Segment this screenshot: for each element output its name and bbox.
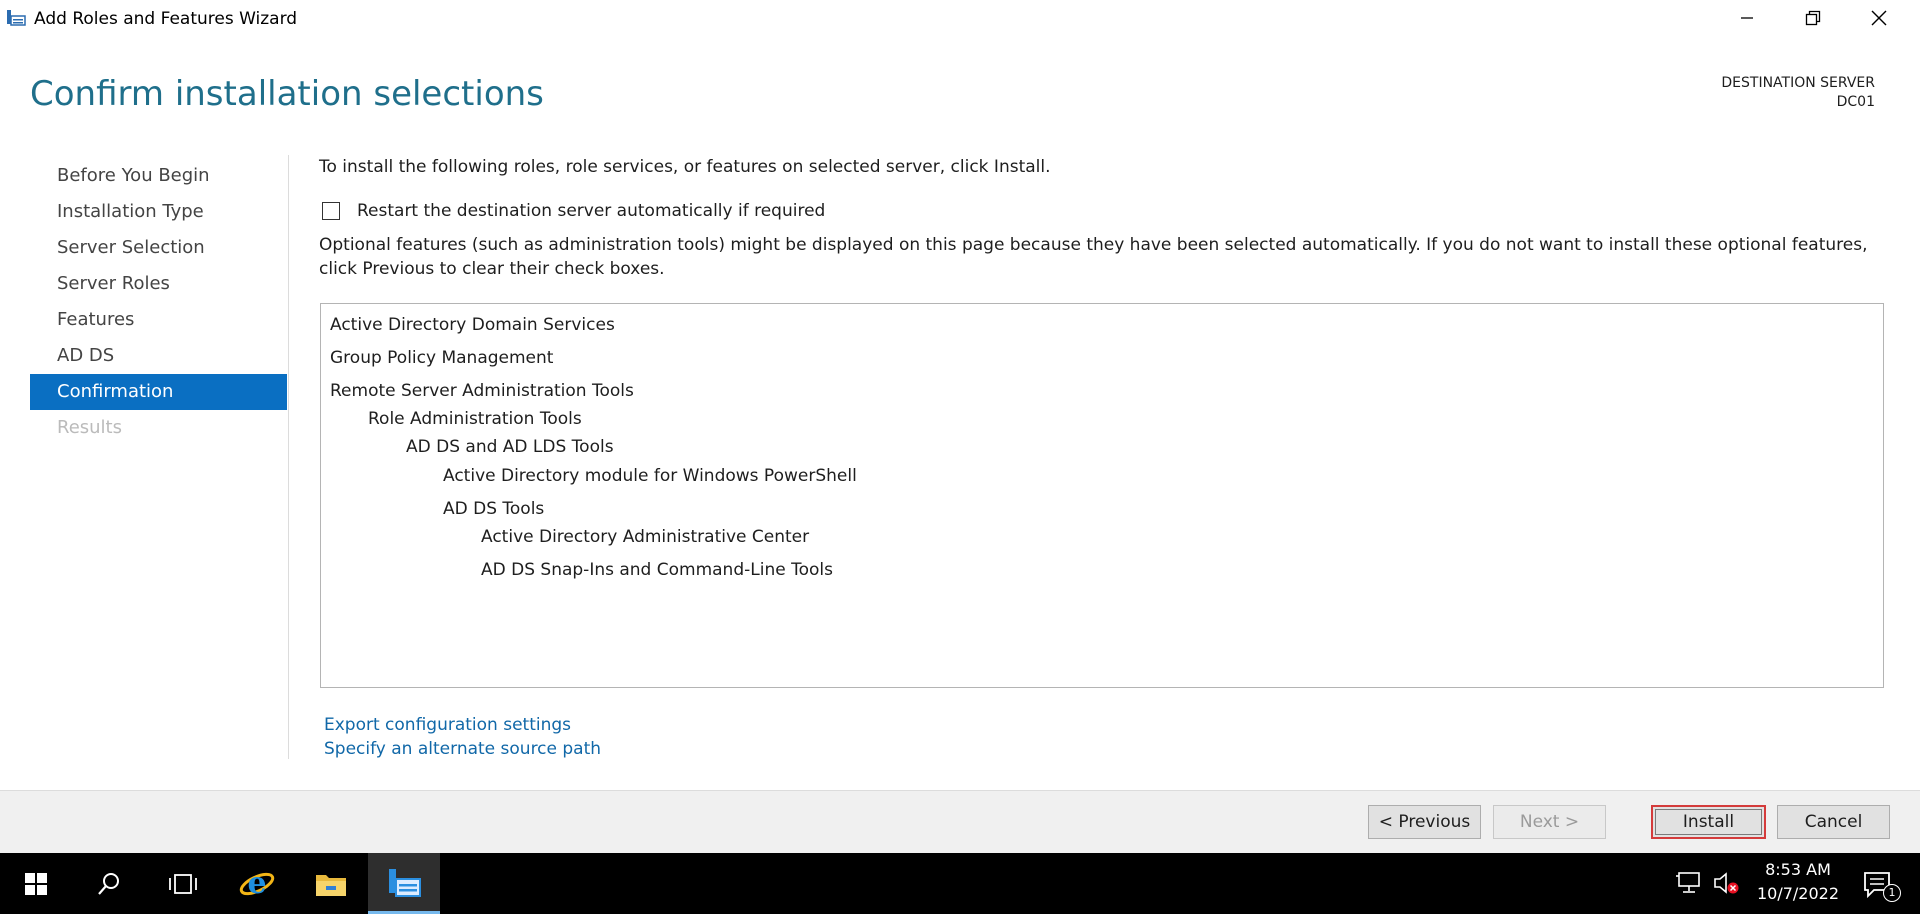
nav-item-before-you-begin[interactable]: Before You Begin bbox=[30, 158, 287, 194]
nav-item-features[interactable]: Features bbox=[30, 302, 287, 338]
start-button[interactable] bbox=[0, 853, 72, 914]
destination-server-name: DC01 bbox=[1836, 94, 1875, 110]
close-icon bbox=[1871, 10, 1887, 26]
notification-count-badge: 1 bbox=[1883, 884, 1901, 902]
internet-explorer-icon: e bbox=[239, 866, 275, 901]
wizard-footer bbox=[0, 790, 1920, 854]
network-tray-button[interactable] bbox=[1675, 870, 1703, 900]
links-area: Export configuration settings Specify an… bbox=[324, 713, 601, 761]
server-manager-taskbar-button[interactable] bbox=[368, 853, 440, 914]
search-button[interactable] bbox=[72, 853, 146, 914]
restore-icon bbox=[1805, 10, 1821, 26]
cancel-button[interactable]: Cancel bbox=[1777, 805, 1890, 839]
nav-item-confirmation[interactable]: Confirmation bbox=[30, 374, 287, 410]
volume-muted-icon bbox=[1714, 872, 1739, 894]
nav-item-ad-ds[interactable]: AD DS bbox=[30, 338, 287, 374]
list-item: Group Policy Management bbox=[330, 348, 554, 368]
list-item: Role Administration Tools bbox=[368, 409, 582, 429]
task-view-icon bbox=[169, 873, 197, 894]
next-button: Next > bbox=[1493, 805, 1606, 839]
list-item: Remote Server Administration Tools bbox=[330, 381, 634, 401]
close-button[interactable] bbox=[1846, 0, 1912, 36]
search-icon bbox=[98, 872, 119, 895]
restart-checkbox[interactable] bbox=[322, 202, 340, 220]
wizard-window: Add Roles and Features Wizard Confirm in… bbox=[0, 0, 1920, 854]
taskbar: e bbox=[0, 853, 1920, 914]
destination-server-label: DESTINATION SERVER bbox=[1721, 75, 1875, 91]
nav-divider bbox=[288, 155, 289, 759]
list-item: Active Directory module for Windows Powe… bbox=[443, 466, 857, 486]
install-button[interactable]: Install bbox=[1651, 805, 1766, 839]
previous-button[interactable]: < Previous bbox=[1368, 805, 1481, 839]
page-title: Confirm installation selections bbox=[30, 74, 544, 114]
selections-list: Active Directory Domain Services Group P… bbox=[320, 303, 1884, 688]
clock-date: 10/7/2022 bbox=[1756, 884, 1840, 903]
task-view-button[interactable] bbox=[146, 853, 220, 914]
window-title: Add Roles and Features Wizard bbox=[34, 9, 298, 29]
server-manager-app-icon bbox=[6, 8, 26, 28]
nav-item-installation-type[interactable]: Installation Type bbox=[30, 194, 287, 230]
destination-server-info: DESTINATION SERVER DC01 bbox=[1721, 74, 1875, 112]
volume-tray-button[interactable] bbox=[1712, 870, 1740, 900]
optional-features-note: Optional features (such as administratio… bbox=[319, 235, 1868, 279]
list-item: AD DS and AD LDS Tools bbox=[406, 437, 614, 457]
minimize-button[interactable] bbox=[1714, 0, 1780, 36]
alternate-source-path-link[interactable]: Specify an alternate source path bbox=[324, 737, 601, 761]
file-explorer-button[interactable] bbox=[294, 853, 368, 914]
internet-explorer-button[interactable]: e bbox=[220, 853, 294, 914]
export-configuration-link[interactable]: Export configuration settings bbox=[324, 713, 601, 737]
minimize-icon bbox=[1741, 17, 1753, 19]
install-button-label[interactable]: Install bbox=[1655, 809, 1762, 835]
restart-option: Restart the destination server automatic… bbox=[322, 200, 825, 222]
title-bar: Add Roles and Features Wizard bbox=[0, 0, 1920, 38]
server-manager-wizard-icon bbox=[389, 868, 421, 897]
list-item: AD DS Tools bbox=[443, 499, 545, 519]
action-center-button[interactable]: 1 bbox=[1856, 864, 1902, 904]
network-icon bbox=[1676, 872, 1700, 893]
file-explorer-icon bbox=[316, 874, 346, 896]
windows-start-icon bbox=[25, 872, 47, 895]
restart-checkbox-label[interactable]: Restart the destination server automatic… bbox=[357, 201, 825, 221]
list-item: AD DS Snap-Ins and Command-Line Tools bbox=[481, 560, 833, 580]
restore-button[interactable] bbox=[1780, 0, 1846, 36]
list-item: Active Directory Domain Services bbox=[330, 315, 615, 335]
nav-item-results: Results bbox=[57, 417, 122, 438]
clock-time: 8:53 AM bbox=[1765, 860, 1831, 879]
wizard-nav: Before You Begin Installation Type Serve… bbox=[30, 158, 287, 446]
svg-text:e: e bbox=[247, 866, 266, 901]
nav-item-server-selection[interactable]: Server Selection bbox=[30, 230, 287, 266]
instruction-text: To install the following roles, role ser… bbox=[319, 157, 1051, 177]
system-clock[interactable]: 8:53 AM 10/7/2022 bbox=[1748, 858, 1848, 906]
list-item: Active Directory Administrative Center bbox=[481, 527, 810, 547]
nav-item-server-roles[interactable]: Server Roles bbox=[30, 266, 287, 302]
